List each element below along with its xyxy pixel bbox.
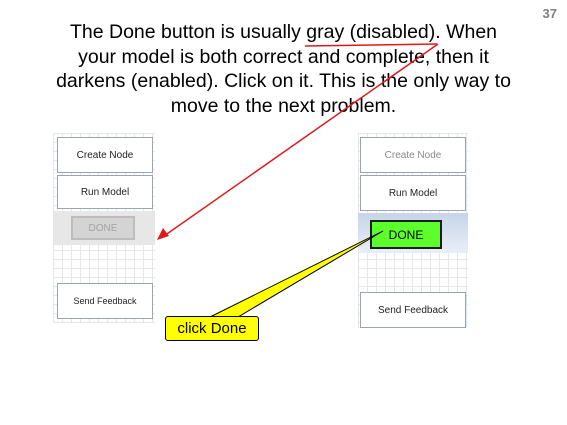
- red-arrowhead: [157, 228, 169, 240]
- callout-pointer: [209, 230, 384, 318]
- red-arrow: [163, 43, 439, 237]
- annotation-layer: [157, 43, 439, 318]
- gray-underline: [304, 43, 438, 47]
- click-done-callout: click Done: [165, 316, 259, 341]
